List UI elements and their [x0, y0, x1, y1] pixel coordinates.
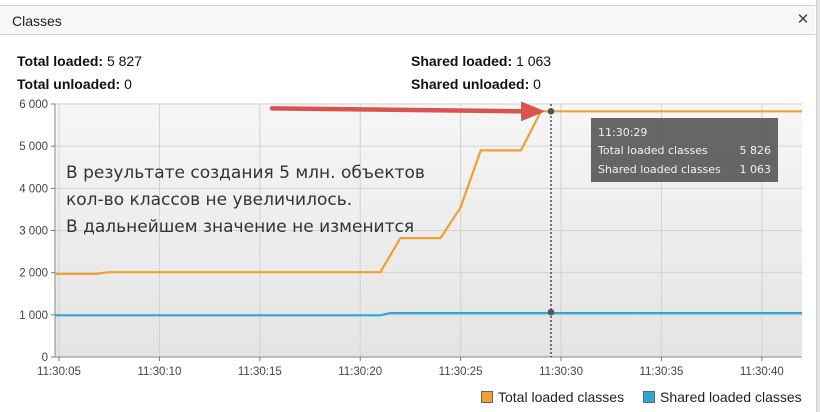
tooltip-value-total: 5 826 [740, 144, 772, 157]
y-tick-label: 1 000 [19, 310, 48, 322]
tooltip-time: 11:30:29 [598, 126, 647, 139]
classes-chart[interactable]: 0 1 000 2 000 3 000 4 000 5 000 6 000 11:30:05 1… [0, 0, 815, 412]
y-tick-label: 5 000 [19, 141, 48, 153]
x-tick-label: 11:30:30 [539, 366, 583, 378]
annotation-line-1: В результате создания 5 млн. объектов [66, 163, 425, 183]
window-border [816, 0, 820, 412]
x-tick-label: 11:30:10 [137, 366, 181, 378]
y-tick-label: 0 [42, 352, 48, 364]
legend-label-shared: Shared loaded classes [660, 389, 802, 405]
x-tick-label: 11:30:35 [639, 366, 683, 378]
y-tick-label: 4 000 [19, 183, 48, 195]
arrow-shaft [269, 106, 528, 114]
annotation-line-3: В дальнейшем значение не изменится [66, 217, 414, 237]
y-tick-label: 6 000 [19, 99, 48, 111]
classes-window: Classes ✕ Total loaded: 5 827 Total unlo… [0, 0, 820, 412]
legend-item-shared[interactable]: Shared loaded classes [643, 389, 802, 407]
tooltip-value-shared: 1 063 [740, 163, 772, 176]
legend-swatch-total [481, 391, 493, 403]
x-tick-label: 11:30:40 [740, 366, 784, 378]
y-tick-label: 2 000 [19, 268, 48, 280]
tooltip: 11:30:29 Total loaded classes 5 826 Shar… [591, 118, 778, 182]
legend-label-total: Total loaded classes [498, 389, 625, 405]
x-tick-label: 11:30:05 [37, 366, 81, 378]
x-tick-label: 11:30:20 [338, 366, 382, 378]
legend-item-total[interactable]: Total loaded classes [481, 389, 624, 407]
tooltip-label-total: Total loaded classes [597, 144, 708, 157]
x-tick-label: 11:30:25 [439, 366, 483, 378]
annotation-line-2: кол-во классов не увеличилось. [66, 190, 352, 210]
legend-swatch-shared [643, 391, 655, 403]
cursor-point-shared [547, 308, 555, 316]
y-tick-label: 3 000 [19, 226, 48, 238]
cursor-point-total [547, 108, 555, 115]
tooltip-label-shared: Shared loaded classes [598, 163, 721, 176]
x-tick-label: 11:30:15 [238, 366, 282, 378]
